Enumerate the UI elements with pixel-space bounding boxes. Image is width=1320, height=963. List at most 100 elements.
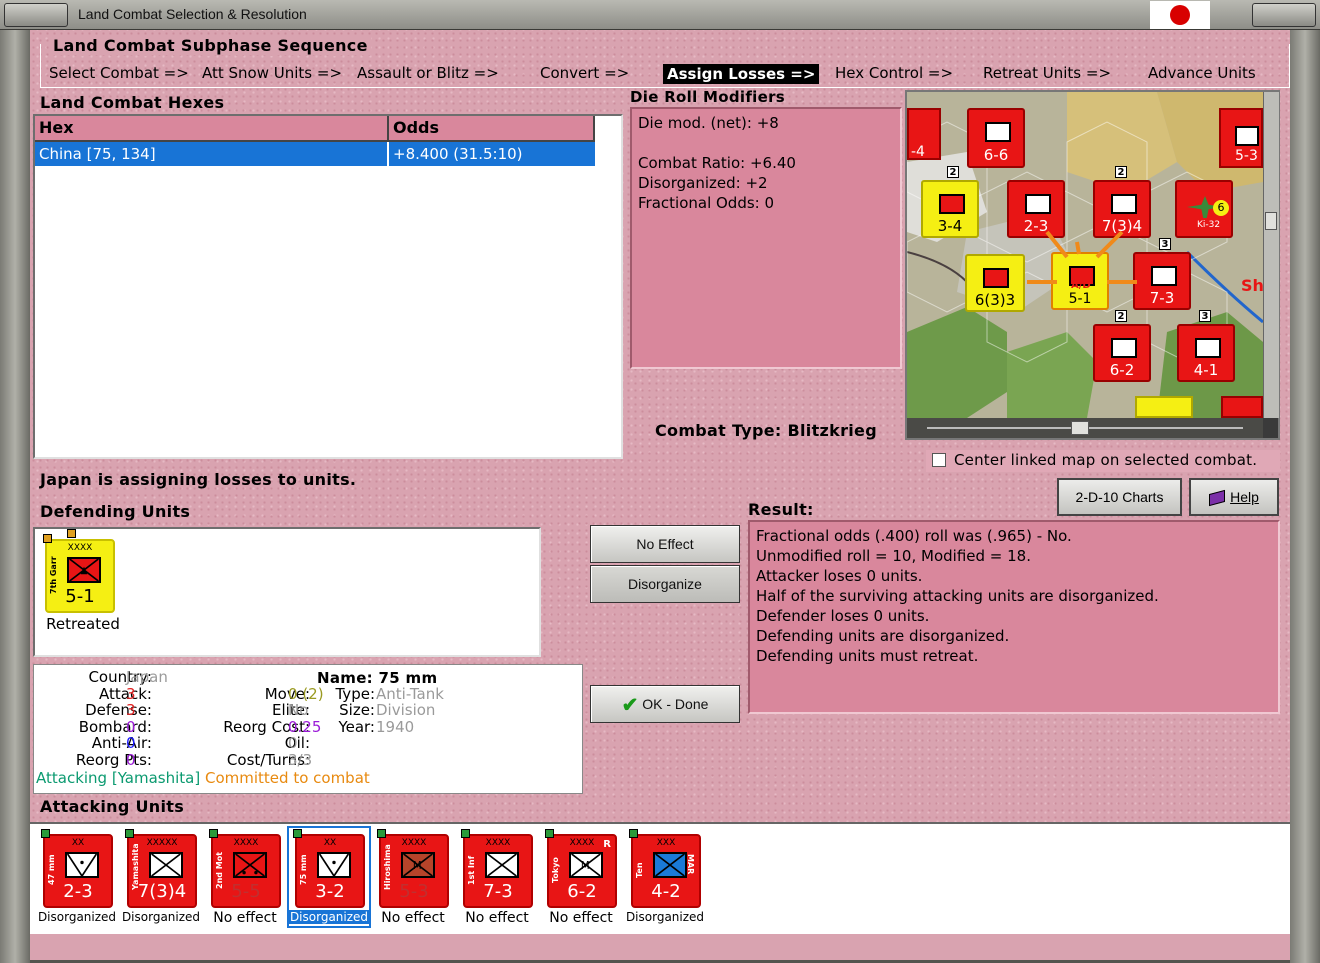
odds-cell: +8.400 (31.5:10) <box>393 145 523 163</box>
odds-column-header[interactable]: Odds <box>389 116 595 142</box>
result-line: Half of the surviving attacking units ar… <box>756 587 1159 605</box>
modifiers-panel: Die mod. (net): +8 Combat Ratio: +6.40 D… <box>630 107 902 369</box>
hex-column-header[interactable]: Hex <box>35 116 389 142</box>
anti-tank-icon <box>317 852 351 878</box>
attacker-counter-yamashita[interactable]: XXXXX Yamashita 7(3)4 <box>125 829 197 908</box>
type-value: Anti-Tank <box>376 684 444 703</box>
result-line: Fractional odds (.400) roll was (.965) -… <box>756 527 1072 545</box>
attacker-caption: No effect <box>465 910 529 926</box>
attacker-slot[interactable]: XXXX Hiroshima M 5-3 No effect <box>373 822 453 928</box>
size-label: Size: <box>339 701 375 719</box>
committed-status: Committed to combat <box>205 769 370 787</box>
attacker-counter-2nd-mot[interactable]: XXXX 2nd Mot 5-5 <box>209 829 281 908</box>
elite-value: No <box>288 701 309 719</box>
footer-strip <box>30 934 1290 960</box>
center-map-label: Center linked map on selected combat. <box>954 451 1258 469</box>
seq-step-retreat: Retreat Units => <box>983 64 1112 82</box>
result-heading: Result: <box>748 500 814 519</box>
seq-step-select-combat: Select Combat => <box>49 64 189 82</box>
result-line: Unmodified roll = 10, Modified = 18. <box>756 547 1031 565</box>
anti-tank-icon <box>65 852 99 878</box>
defending-units-list[interactable]: XXXX 7th Garr 5-1 Retreated <box>33 527 541 657</box>
result-line: Defending units must retreat. <box>756 647 979 665</box>
reorg-value: 0 <box>126 750 136 769</box>
armor-icon: M <box>401 852 435 878</box>
result-line: Attacker loses 0 units. <box>756 567 923 585</box>
attacker-caption: Disorganized <box>289 910 369 924</box>
seq-step-assault-blitz: Assault or Blitz => <box>357 64 499 82</box>
modifier-line: Fractional Odds: 0 <box>638 194 775 212</box>
attacker-caption: Disorganized <box>625 910 705 924</box>
linked-map[interactable]: -4 6-6 5-3 3-4 2-3 7(3)4 6 Ki-32 6(3)3 A… <box>905 90 1280 440</box>
attacker-slot[interactable]: XXX MAR Ten 4-2 Disorganized <box>625 822 705 928</box>
seq-step-advance: Advance Units <box>1148 64 1256 82</box>
table-row[interactable]: China [75, 134] +8.400 (31.5:10) <box>35 142 595 166</box>
svg-text:M: M <box>413 861 422 872</box>
sequence-heading: Land Combat Subphase Sequence <box>50 36 371 55</box>
attacker-slot[interactable]: XX 47 mm 2-3 Disorganized <box>37 822 117 928</box>
reorg-cost-value: 0.25 <box>288 717 322 736</box>
attacker-counter-ten[interactable]: XXX MAR Ten 4-2 <box>629 829 701 908</box>
unit-symbol-icon <box>67 557 101 583</box>
help-label: Help <box>1230 489 1259 505</box>
infantry-icon <box>149 852 183 878</box>
attack-arrows <box>1027 230 1137 284</box>
cost-value: 3/3 <box>288 750 313 769</box>
attacker-caption: No effect <box>213 910 277 926</box>
combat-type-label: Combat Type: <box>655 421 782 440</box>
defense-value: 3 <box>126 701 136 719</box>
attacker-slot[interactable]: XXXX 2nd Mot 5-5 No effect <box>205 822 285 928</box>
map-vscroll-thumb[interactable] <box>1265 212 1277 230</box>
mountain-icon: M <box>569 852 603 878</box>
map-horizontal-scrollbar[interactable] <box>907 418 1263 438</box>
attacker-caption: Disorganized <box>121 910 201 924</box>
hexes-list[interactable]: Hex Odds China [75, 134] +8.400 (31.5:10… <box>33 114 623 459</box>
ok-done-label: OK - Done <box>642 696 709 712</box>
attacker-caption: No effect <box>549 910 613 926</box>
year-value: 1940 <box>376 717 415 736</box>
size-value: Division <box>376 701 436 719</box>
ok-done-button[interactable]: ✔ OK - Done <box>590 685 740 723</box>
modifier-line: Disorganized: +2 <box>638 174 768 192</box>
attacker-slot[interactable]: XXXX 1st Inf 7-3 No effect <box>457 822 537 928</box>
checkmark-icon: ✔ <box>621 694 639 717</box>
modifier-line <box>638 133 796 153</box>
attacker-slot[interactable]: XXXXX Yamashita 7(3)4 Disorganized <box>121 822 201 928</box>
country-value: Japan <box>126 668 168 686</box>
unit-info-panel: Country: Attack: Defense: Bombard: Anti-… <box>33 664 583 794</box>
attacker-counter-hiroshima[interactable]: XXXX Hiroshima M 5-3 <box>377 829 449 908</box>
left-frame-border <box>0 30 30 963</box>
defender-caption: Retreated <box>46 615 120 633</box>
attacker-slot-selected[interactable]: XX 75 mm 3-2 Disorganized <box>287 826 371 928</box>
attacker-counter-75mm[interactable]: XX 75 mm 3-2 <box>293 829 365 908</box>
no-effect-button[interactable]: No Effect <box>590 525 740 563</box>
attacker-slot[interactable]: XXXX R Tokyo M 6-2 No effect <box>541 822 621 928</box>
window-menu-button[interactable] <box>4 3 68 27</box>
attacker-counter-tokyo[interactable]: XXXX R Tokyo M 6-2 <box>545 829 617 908</box>
bombard-value: 0 <box>126 717 136 736</box>
svg-text:M: M <box>581 861 590 872</box>
charts-button[interactable]: 2-D-10 Charts <box>1057 478 1182 516</box>
disorganize-button[interactable]: Disorganize <box>590 565 740 603</box>
attacking-status: Attacking [Yamashita] <box>36 769 201 787</box>
attacker-counter-1st-inf[interactable]: XXXX 1st Inf 7-3 <box>461 829 533 908</box>
center-map-option[interactable]: Center linked map on selected combat. <box>926 450 1280 472</box>
type-label: Type: <box>335 684 375 703</box>
marine-icon <box>653 852 687 878</box>
hex-cell: China [75, 134] <box>39 145 156 163</box>
combat-type: Combat Type: Blitzkrieg <box>655 421 877 440</box>
map-vertical-scrollbar[interactable] <box>1263 92 1279 418</box>
help-button[interactable]: Help <box>1189 478 1279 516</box>
result-line: Defender loses 0 units. <box>756 607 930 625</box>
defender-counter[interactable]: XXXX 7th Garr 5-1 <box>43 529 115 613</box>
antiair-value: 0 <box>126 734 136 752</box>
motorized-icon <box>233 852 267 878</box>
modifier-line: Die mod. (net): +8 <box>638 114 779 132</box>
title-bar: Land Combat Selection & Resolution <box>0 0 1320 30</box>
attacker-counter-47mm[interactable]: XX 47 mm 2-3 <box>41 829 113 908</box>
center-map-checkbox[interactable] <box>932 453 946 467</box>
map-hscroll-thumb[interactable] <box>1071 421 1089 435</box>
status-text: Japan is assigning losses to units. <box>40 470 357 489</box>
seq-step-assign-losses: Assign Losses => <box>663 64 820 84</box>
window-close-button[interactable] <box>1252 3 1316 27</box>
